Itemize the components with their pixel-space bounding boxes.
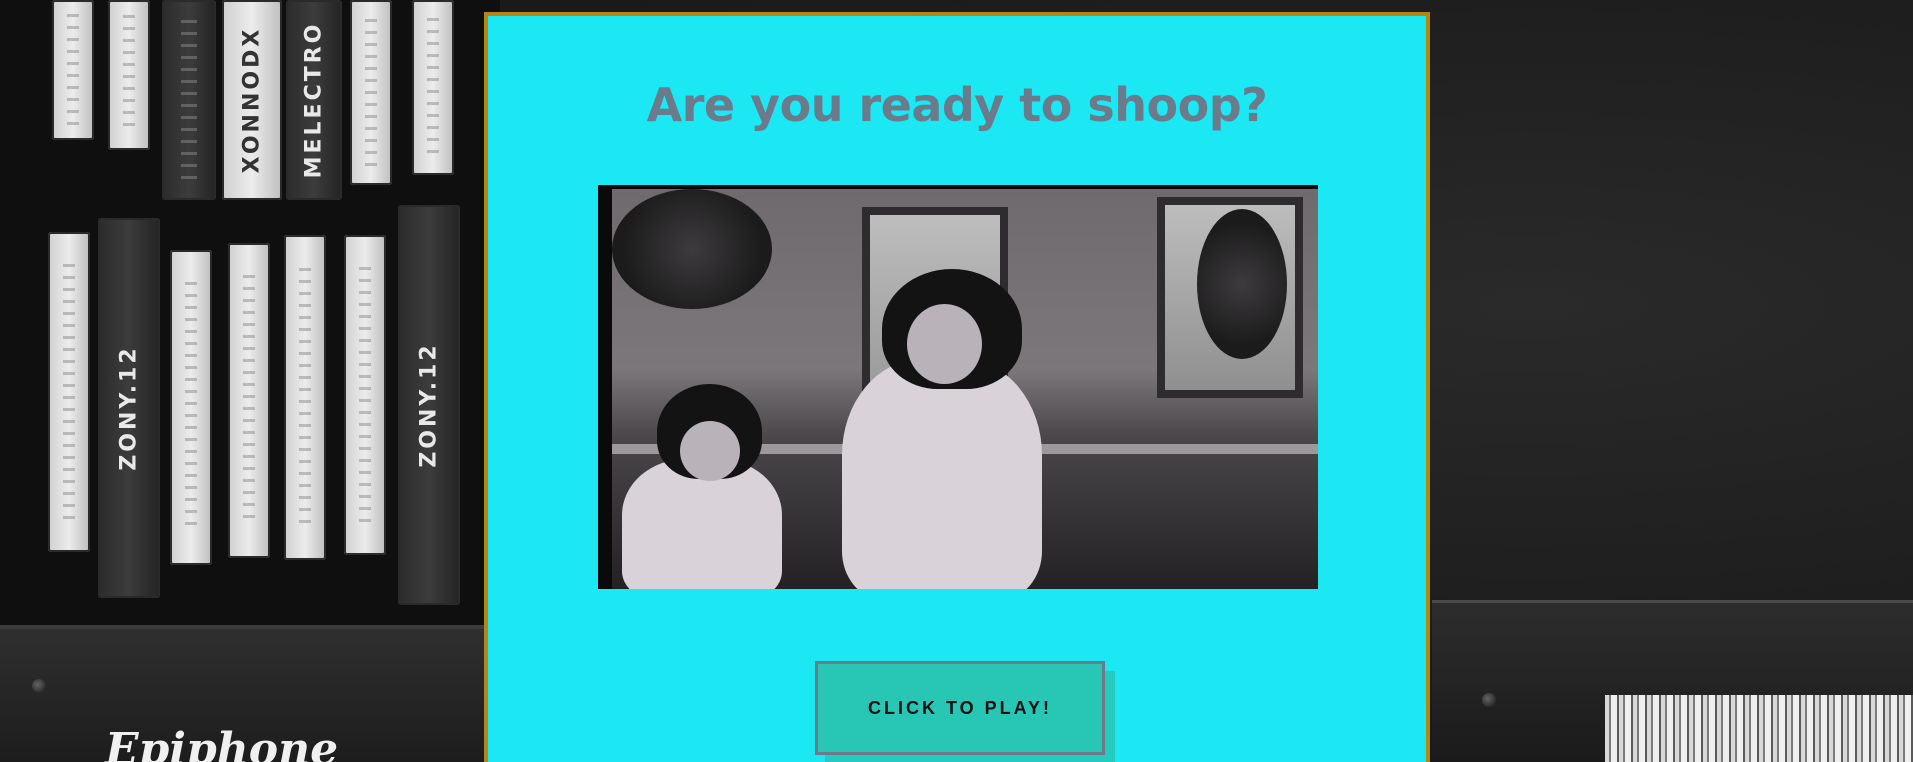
cassette-tape <box>344 235 386 555</box>
video-frame <box>612 189 1318 589</box>
modal-title: Are you ready to shoop? <box>646 78 1268 132</box>
plant-shape <box>612 189 772 309</box>
dancer-right <box>842 359 1042 589</box>
tape-label: ZONY.12 <box>416 342 442 468</box>
tape-label: XONNODX <box>239 26 265 174</box>
cassette-tape <box>228 243 270 558</box>
screw-icon <box>32 679 46 693</box>
amplifier: Epiphone <box>0 625 500 762</box>
dancer-left-face <box>680 421 740 481</box>
page: XONNODX MELECTRO ZONY.12 ZONY.12 Epiphon… <box>0 0 1913 762</box>
cassette-shelf: XONNODX MELECTRO ZONY.12 ZONY.12 <box>0 0 500 630</box>
cassette-tape <box>52 0 94 140</box>
play-button[interactable]: CLICK TO PLAY! <box>815 661 1105 755</box>
cassette-tape <box>350 0 392 185</box>
tape-label: MELECTRO <box>301 21 327 179</box>
cassette-tape: MELECTRO <box>286 0 342 200</box>
video-player[interactable] <box>598 185 1318 589</box>
tape-label: ZONY.12 <box>116 345 142 471</box>
game-modal: Are you ready to shoop? CLICK TO PLAY! <box>484 12 1430 762</box>
cassette-tape <box>170 250 212 565</box>
cassette-tape: XONNODX <box>222 0 282 200</box>
dancer-right-face <box>907 304 982 384</box>
cassette-tape: ZONY.12 <box>398 205 460 605</box>
cassette-tape <box>412 0 454 175</box>
cassette-tape <box>48 232 90 552</box>
play-button-wrapper: CLICK TO PLAY! <box>815 661 1115 762</box>
cassette-tape <box>284 235 326 560</box>
amp-logo: Epiphone <box>105 724 339 762</box>
cassette-tape: ZONY.12 <box>98 218 160 598</box>
record-stack <box>1605 695 1913 762</box>
screw-icon <box>1482 693 1496 707</box>
cassette-tape <box>162 0 216 200</box>
cassette-tape <box>108 0 150 150</box>
plant-shape <box>1197 209 1287 359</box>
